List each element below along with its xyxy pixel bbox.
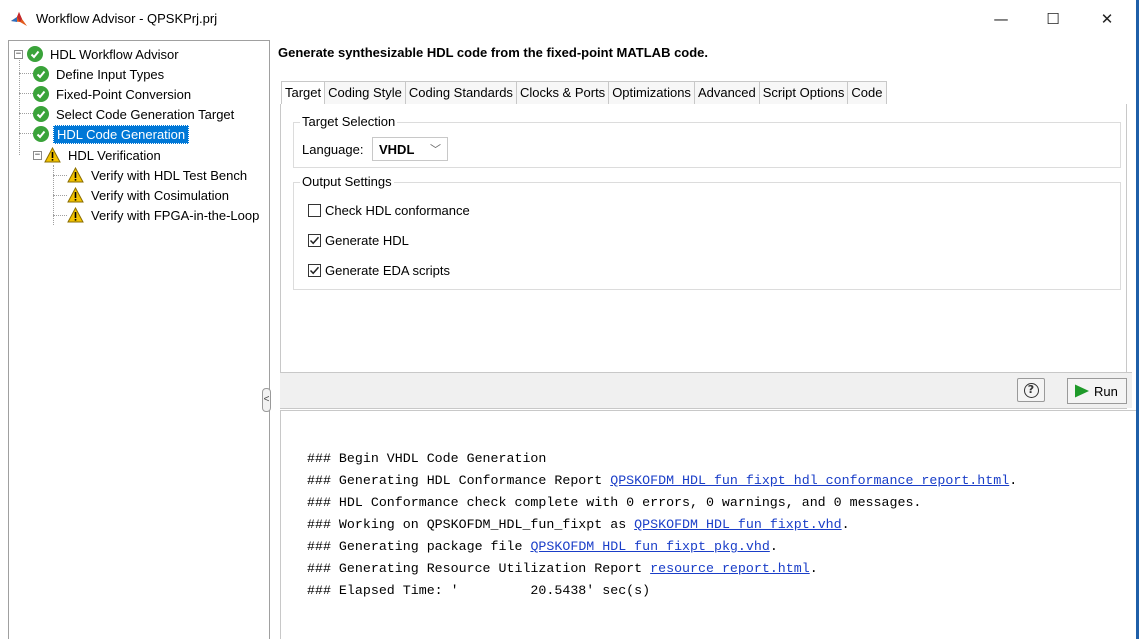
tree-item-label: HDL Verification bbox=[68, 147, 161, 163]
conformance-report-link[interactable]: QPSKOFDM_HDL_fun_fixpt_hdl_conformance_r… bbox=[610, 473, 1009, 488]
package-file-link[interactable]: QPSKOFDM_HDL_fun_fixpt_pkg.vhd bbox=[530, 539, 769, 554]
generate-hdl-checkbox[interactable] bbox=[308, 234, 321, 247]
check-hdl-conformance-checkbox[interactable] bbox=[308, 204, 321, 217]
tree-item-label: HDL Workflow Advisor bbox=[50, 46, 179, 62]
help-button[interactable]: ? bbox=[1017, 378, 1045, 402]
check-ok-icon bbox=[33, 66, 49, 82]
log-line: ### HDL Conformance check complete with … bbox=[307, 495, 922, 510]
tree-connector bbox=[19, 73, 33, 74]
check-ok-icon bbox=[33, 126, 49, 142]
tree-connector bbox=[19, 113, 33, 114]
tree-connector bbox=[53, 215, 67, 216]
language-label: Language: bbox=[302, 142, 364, 157]
tree-connector bbox=[53, 195, 67, 196]
output-log: ### Begin VHDL Code Generation ### Gener… bbox=[280, 410, 1136, 639]
collapse-toggle-icon[interactable]: − bbox=[14, 49, 23, 59]
check-ok-icon bbox=[27, 46, 43, 62]
target-selection-group: Target Selection Language: VHDL ﹀ bbox=[293, 114, 1121, 168]
warning-icon bbox=[44, 147, 61, 163]
warning-icon bbox=[67, 167, 84, 183]
group-title: Target Selection bbox=[300, 114, 398, 129]
generate-hdl-option[interactable]: Generate HDL bbox=[308, 233, 409, 248]
task-panel: Generate synthesizable HDL code from the… bbox=[276, 40, 1136, 639]
tree-item-hdl-verification[interactable]: − HDL Verification bbox=[33, 145, 164, 165]
panel-collapse-handle[interactable]: < bbox=[262, 388, 271, 412]
settings-tabs: Target Coding Style Coding Standards Clo… bbox=[281, 81, 887, 105]
minimize-icon: — bbox=[993, 10, 1009, 28]
log-line: ### Generating HDL Conformance Report QP… bbox=[307, 473, 1018, 488]
generate-eda-scripts-option[interactable]: Generate EDA scripts bbox=[308, 263, 450, 278]
tree-item-label: Verify with HDL Test Bench bbox=[91, 167, 248, 183]
tab-code[interactable]: Code bbox=[847, 81, 887, 104]
tree-connector bbox=[19, 133, 33, 134]
run-button[interactable]: Run bbox=[1067, 378, 1127, 404]
vhd-file-link[interactable]: QPSKOFDM_HDL_fun_fixpt.vhd bbox=[634, 517, 841, 532]
close-button[interactable]: ✕ bbox=[1084, 0, 1130, 38]
tree-item-hdl-workflow-advisor[interactable]: − HDL Workflow Advisor bbox=[14, 44, 182, 64]
log-line: ### Elapsed Time: ' 20.5438' sec(s) bbox=[307, 583, 651, 598]
chevron-left-icon: < bbox=[263, 394, 270, 405]
tab-script-options[interactable]: Script Options bbox=[758, 81, 849, 104]
chevron-down-icon: ﹀ bbox=[430, 144, 441, 156]
check-ok-icon bbox=[33, 106, 49, 122]
tree-item-fixed-point-conversion[interactable]: Fixed-Point Conversion bbox=[33, 84, 194, 104]
log-line: ### Begin VHDL Code Generation bbox=[307, 451, 547, 466]
tree-connector bbox=[53, 175, 67, 176]
check-hdl-conformance-option[interactable]: Check HDL conformance bbox=[308, 203, 470, 218]
tree-item-verify-fpga-in-the-loop[interactable]: Verify with FPGA-in-the-Loop bbox=[67, 205, 262, 225]
window-title: Workflow Advisor - QPSKPrj.prj bbox=[36, 11, 218, 26]
log-line: ### Working on QPSKOFDM_HDL_fun_fixpt as… bbox=[307, 517, 850, 532]
log-line: ### Generating Resource Utilization Repo… bbox=[307, 561, 818, 576]
maximize-button[interactable]: ☐ bbox=[1030, 0, 1076, 38]
language-select[interactable]: VHDL ﹀ bbox=[372, 137, 448, 161]
run-label: Run bbox=[1094, 383, 1118, 399]
action-toolbar bbox=[280, 372, 1132, 408]
check-ok-icon bbox=[33, 86, 49, 102]
tree-item-label: Fixed-Point Conversion bbox=[56, 86, 192, 102]
tree-item-label: Define Input Types bbox=[56, 66, 165, 82]
collapse-toggle-icon[interactable]: − bbox=[33, 150, 42, 160]
warning-icon bbox=[67, 207, 84, 223]
tree-item-define-input-types[interactable]: Define Input Types bbox=[33, 64, 167, 84]
matlab-logo-icon bbox=[11, 12, 27, 26]
output-settings-group: Output Settings Check HDL conformance Ge… bbox=[293, 174, 1121, 290]
tab-target[interactable]: Target bbox=[281, 81, 326, 105]
checkmark-icon bbox=[309, 266, 320, 275]
tree-item-verify-hdl-test-bench[interactable]: Verify with HDL Test Bench bbox=[67, 165, 250, 185]
tab-advanced[interactable]: Advanced bbox=[693, 81, 760, 104]
option-label: Generate EDA scripts bbox=[325, 263, 450, 278]
minimize-button[interactable]: — bbox=[978, 0, 1024, 38]
workflow-advisor-window: Workflow Advisor - QPSKPrj.prj — ☐ ✕ − H… bbox=[0, 0, 1139, 639]
option-label: Generate HDL bbox=[325, 233, 409, 248]
tab-coding-standards[interactable]: Coding Standards bbox=[404, 81, 517, 104]
tree-item-label: Verify with Cosimulation bbox=[91, 187, 229, 203]
tab-clocks-ports[interactable]: Clocks & Ports bbox=[515, 81, 610, 104]
generate-eda-scripts-checkbox[interactable] bbox=[308, 264, 321, 277]
maximize-icon: ☐ bbox=[1046, 10, 1060, 28]
tree-item-verify-cosimulation[interactable]: Verify with Cosimulation bbox=[67, 185, 232, 205]
resource-report-link[interactable]: resource_report.html bbox=[650, 561, 810, 576]
tree-connector bbox=[19, 93, 33, 94]
target-tab-content: Target Selection Language: VHDL ﹀ Output… bbox=[280, 104, 1127, 409]
warning-icon bbox=[67, 187, 84, 203]
tree-item-hdl-code-generation[interactable]: HDL Code Generation bbox=[33, 124, 190, 144]
close-icon: ✕ bbox=[1100, 10, 1114, 28]
help-icon: ? bbox=[1023, 382, 1039, 398]
language-value: VHDL bbox=[379, 142, 415, 157]
checkmark-icon bbox=[309, 236, 320, 245]
workflow-tree[interactable]: − HDL Workflow Advisor Define Input Type… bbox=[8, 40, 270, 639]
tab-coding-style[interactable]: Coding Style bbox=[324, 81, 406, 104]
tree-item-label: HDL Code Generation bbox=[53, 124, 190, 144]
task-heading: Generate synthesizable HDL code from the… bbox=[278, 45, 709, 60]
tree-item-select-code-generation-target[interactable]: Select Code Generation Target bbox=[33, 104, 237, 124]
log-line: ### Generating package file QPSKOFDM_HDL… bbox=[307, 539, 778, 554]
group-title: Output Settings bbox=[300, 174, 394, 189]
tab-optimizations[interactable]: Optimizations bbox=[608, 81, 695, 104]
title-bar[interactable]: Workflow Advisor - QPSKPrj.prj — ☐ ✕ bbox=[0, 0, 1136, 38]
tree-item-label: Select Code Generation Target bbox=[56, 106, 235, 122]
option-label: Check HDL conformance bbox=[325, 203, 470, 218]
tree-item-label: Verify with FPGA-in-the-Loop bbox=[91, 207, 260, 223]
play-icon bbox=[1075, 384, 1089, 398]
tree-connector bbox=[19, 57, 20, 155]
